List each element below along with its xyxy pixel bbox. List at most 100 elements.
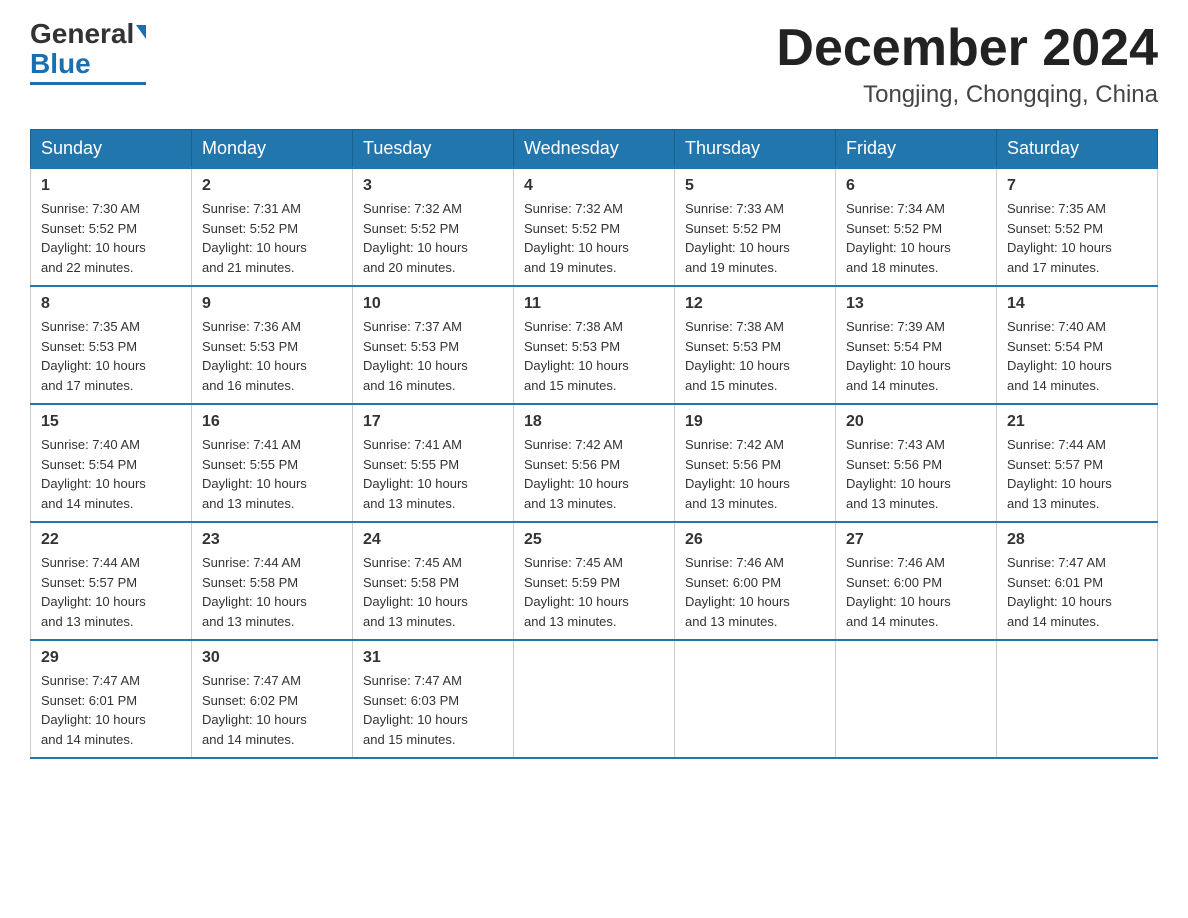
- day-number: 18: [524, 413, 664, 431]
- calendar-cell: [836, 640, 997, 758]
- calendar-cell: 13 Sunrise: 7:39 AM Sunset: 5:54 PM Dayli…: [836, 286, 997, 404]
- calendar-cell: 27Sunrise: 7:46 AM Sunset: 6:00 PM Dayli…: [836, 522, 997, 640]
- day-number: 10: [363, 295, 503, 313]
- calendar-table: SundayMondayTuesdayWednesdayThursdayFrid…: [30, 129, 1158, 759]
- day-info: Sunrise: 7:46 AM Sunset: 6:00 PM Dayligh…: [846, 553, 986, 631]
- day-info: Sunrise: 7:47 AM Sunset: 6:01 PM Dayligh…: [41, 671, 181, 749]
- day-info: Sunrise: 7:33 AM Sunset: 5:52 PM Dayligh…: [685, 199, 825, 277]
- day-info: Sunrise: 7:43 AM Sunset: 5:56 PM Dayligh…: [846, 435, 986, 513]
- day-number: 21: [1007, 413, 1147, 431]
- calendar-cell: 14 Sunrise: 7:40 AM Sunset: 5:54 PM Dayli…: [997, 286, 1158, 404]
- day-number: 7: [1007, 177, 1147, 195]
- calendar-header-row: SundayMondayTuesdayWednesdayThursdayFrid…: [31, 130, 1158, 169]
- day-info: Sunrise: 7:45 AM Sunset: 5:59 PM Dayligh…: [524, 553, 664, 631]
- calendar-cell: 22 Sunrise: 7:44 AM Sunset: 5:57 PM Dayli…: [31, 522, 192, 640]
- calendar-cell: [997, 640, 1158, 758]
- day-info: Sunrise: 7:30 AM Sunset: 5:52 PM Dayligh…: [41, 199, 181, 277]
- calendar-header-monday: Monday: [192, 130, 353, 169]
- calendar-cell: 23 Sunrise: 7:44 AM Sunset: 5:58 PM Dayli…: [192, 522, 353, 640]
- day-info: Sunrise: 7:47 AM Sunset: 6:03 PM Dayligh…: [363, 671, 503, 749]
- page-header: General Blue December 2024 Tongjing, Cho…: [30, 20, 1158, 109]
- day-info: Sunrise: 7:32 AM Sunset: 5:52 PM Dayligh…: [363, 199, 503, 277]
- day-number: 24: [363, 531, 503, 549]
- title-section: December 2024 Tongjing, Chongqing, China: [776, 20, 1158, 109]
- location-text: Tongjing, Chongqing, China: [776, 81, 1158, 109]
- calendar-row-1: 8 Sunrise: 7:35 AM Sunset: 5:53 PM Daylig…: [31, 286, 1158, 404]
- logo: General Blue: [30, 20, 146, 85]
- calendar-cell: 5 Sunrise: 7:33 AM Sunset: 5:52 PM Daylig…: [675, 168, 836, 286]
- day-number: 25: [524, 531, 664, 549]
- day-info: Sunrise: 7:44 AM Sunset: 5:57 PM Dayligh…: [41, 553, 181, 631]
- calendar-header-thursday: Thursday: [675, 130, 836, 169]
- day-number: 4: [524, 177, 664, 195]
- calendar-header-wednesday: Wednesday: [514, 130, 675, 169]
- calendar-cell: 30Sunrise: 7:47 AM Sunset: 6:02 PM Dayli…: [192, 640, 353, 758]
- day-number: 12: [685, 295, 825, 313]
- calendar-cell: 7 Sunrise: 7:35 AM Sunset: 5:52 PM Daylig…: [997, 168, 1158, 286]
- calendar-cell: 18 Sunrise: 7:42 AM Sunset: 5:56 PM Dayli…: [514, 404, 675, 522]
- day-info: Sunrise: 7:32 AM Sunset: 5:52 PM Dayligh…: [524, 199, 664, 277]
- calendar-cell: 20 Sunrise: 7:43 AM Sunset: 5:56 PM Dayli…: [836, 404, 997, 522]
- day-info: Sunrise: 7:31 AM Sunset: 5:52 PM Dayligh…: [202, 199, 342, 277]
- day-info: Sunrise: 7:42 AM Sunset: 5:56 PM Dayligh…: [524, 435, 664, 513]
- calendar-header-friday: Friday: [836, 130, 997, 169]
- day-number: 2: [202, 177, 342, 195]
- day-number: 1: [41, 177, 181, 195]
- calendar-cell: 16 Sunrise: 7:41 AM Sunset: 5:55 PM Dayli…: [192, 404, 353, 522]
- calendar-cell: 11Sunrise: 7:38 AM Sunset: 5:53 PM Dayli…: [514, 286, 675, 404]
- calendar-cell: 17 Sunrise: 7:41 AM Sunset: 5:55 PM Dayli…: [353, 404, 514, 522]
- calendar-row-4: 29 Sunrise: 7:47 AM Sunset: 6:01 PM Dayli…: [31, 640, 1158, 758]
- day-info: Sunrise: 7:44 AM Sunset: 5:57 PM Dayligh…: [1007, 435, 1147, 513]
- calendar-cell: 10 Sunrise: 7:37 AM Sunset: 5:53 PM Dayli…: [353, 286, 514, 404]
- day-number: 23: [202, 531, 342, 549]
- calendar-cell: 19 Sunrise: 7:42 AM Sunset: 5:56 PM Dayli…: [675, 404, 836, 522]
- day-number: 16: [202, 413, 342, 431]
- calendar-cell: [514, 640, 675, 758]
- calendar-cell: 3Sunrise: 7:32 AM Sunset: 5:52 PM Daylig…: [353, 168, 514, 286]
- day-number: 26: [685, 531, 825, 549]
- logo-text: General: [30, 20, 146, 48]
- calendar-cell: 4 Sunrise: 7:32 AM Sunset: 5:52 PM Daylig…: [514, 168, 675, 286]
- logo-triangle-icon: [136, 25, 146, 39]
- day-number: 8: [41, 295, 181, 313]
- calendar-cell: 28Sunrise: 7:47 AM Sunset: 6:01 PM Dayli…: [997, 522, 1158, 640]
- calendar-cell: [675, 640, 836, 758]
- calendar-cell: 26 Sunrise: 7:46 AM Sunset: 6:00 PM Dayli…: [675, 522, 836, 640]
- calendar-cell: 25 Sunrise: 7:45 AM Sunset: 5:59 PM Dayli…: [514, 522, 675, 640]
- day-number: 6: [846, 177, 986, 195]
- day-number: 29: [41, 649, 181, 667]
- calendar-row-2: 15Sunrise: 7:40 AM Sunset: 5:54 PM Dayli…: [31, 404, 1158, 522]
- day-info: Sunrise: 7:40 AM Sunset: 5:54 PM Dayligh…: [1007, 317, 1147, 395]
- day-number: 22: [41, 531, 181, 549]
- day-info: Sunrise: 7:47 AM Sunset: 6:02 PM Dayligh…: [202, 671, 342, 749]
- day-info: Sunrise: 7:38 AM Sunset: 5:53 PM Dayligh…: [524, 317, 664, 395]
- logo-underline: [30, 82, 146, 85]
- day-info: Sunrise: 7:41 AM Sunset: 5:55 PM Dayligh…: [202, 435, 342, 513]
- day-info: Sunrise: 7:35 AM Sunset: 5:52 PM Dayligh…: [1007, 199, 1147, 277]
- day-info: Sunrise: 7:46 AM Sunset: 6:00 PM Dayligh…: [685, 553, 825, 631]
- day-number: 19: [685, 413, 825, 431]
- day-info: Sunrise: 7:41 AM Sunset: 5:55 PM Dayligh…: [363, 435, 503, 513]
- day-info: Sunrise: 7:34 AM Sunset: 5:52 PM Dayligh…: [846, 199, 986, 277]
- calendar-cell: 6 Sunrise: 7:34 AM Sunset: 5:52 PM Daylig…: [836, 168, 997, 286]
- calendar-row-3: 22 Sunrise: 7:44 AM Sunset: 5:57 PM Dayli…: [31, 522, 1158, 640]
- day-number: 5: [685, 177, 825, 195]
- day-number: 20: [846, 413, 986, 431]
- calendar-cell: 12 Sunrise: 7:38 AM Sunset: 5:53 PM Dayli…: [675, 286, 836, 404]
- day-info: Sunrise: 7:37 AM Sunset: 5:53 PM Dayligh…: [363, 317, 503, 395]
- calendar-cell: 15Sunrise: 7:40 AM Sunset: 5:54 PM Dayli…: [31, 404, 192, 522]
- calendar-cell: 9Sunrise: 7:36 AM Sunset: 5:53 PM Daylig…: [192, 286, 353, 404]
- day-info: Sunrise: 7:39 AM Sunset: 5:54 PM Dayligh…: [846, 317, 986, 395]
- day-info: Sunrise: 7:42 AM Sunset: 5:56 PM Dayligh…: [685, 435, 825, 513]
- day-info: Sunrise: 7:38 AM Sunset: 5:53 PM Dayligh…: [685, 317, 825, 395]
- month-title: December 2024: [776, 20, 1158, 77]
- day-number: 13: [846, 295, 986, 313]
- day-number: 14: [1007, 295, 1147, 313]
- calendar-cell: 1 Sunrise: 7:30 AM Sunset: 5:52 PM Daylig…: [31, 168, 192, 286]
- day-info: Sunrise: 7:44 AM Sunset: 5:58 PM Dayligh…: [202, 553, 342, 631]
- day-number: 17: [363, 413, 503, 431]
- day-info: Sunrise: 7:47 AM Sunset: 6:01 PM Dayligh…: [1007, 553, 1147, 631]
- day-info: Sunrise: 7:35 AM Sunset: 5:53 PM Dayligh…: [41, 317, 181, 395]
- day-info: Sunrise: 7:45 AM Sunset: 5:58 PM Dayligh…: [363, 553, 503, 631]
- day-info: Sunrise: 7:36 AM Sunset: 5:53 PM Dayligh…: [202, 317, 342, 395]
